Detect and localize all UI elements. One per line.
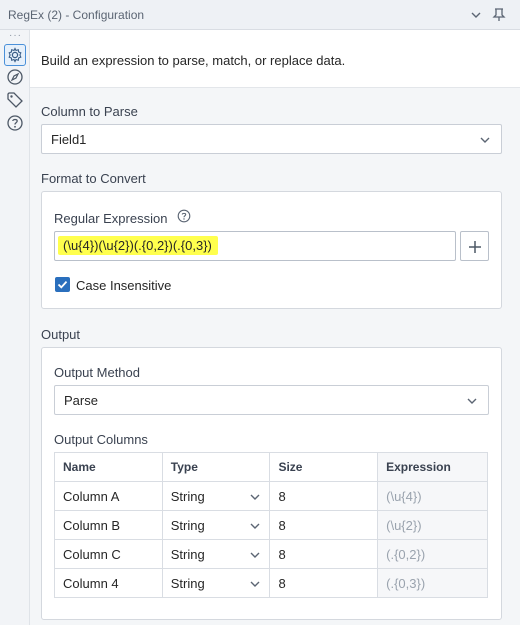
header-size[interactable]: Size [269, 452, 379, 482]
pin-icon[interactable] [492, 8, 506, 22]
table-row: Column B String 8 (\u{2}) [54, 510, 488, 540]
output-method-label: Output Method [54, 365, 140, 380]
row-type-dropdown[interactable]: String [161, 568, 271, 598]
check-icon [57, 280, 68, 289]
row-expression-cell: (.{0,2}) [377, 539, 488, 569]
row-expression-cell: (\u{2}) [377, 510, 488, 540]
case-insensitive-label[interactable]: Case Insensitive [76, 278, 171, 293]
configuration-panel: Build an expression to parse, match, or … [30, 30, 520, 625]
row-name-cell[interactable]: Column 4 [54, 568, 163, 598]
header-type[interactable]: Type [161, 452, 271, 482]
plus-icon [469, 241, 481, 253]
row-name-cell[interactable]: Column A [54, 481, 163, 511]
column-to-parse-label: Column to Parse [41, 104, 138, 119]
row-type-dropdown[interactable]: String [161, 481, 271, 511]
collapse-chevron-icon[interactable] [470, 9, 482, 21]
output-label: Output [41, 327, 81, 342]
row-size-cell[interactable]: 8 [269, 568, 379, 598]
output-method-dropdown[interactable]: Parse [54, 385, 489, 415]
row-expression-cell: (\u{4}) [377, 481, 488, 511]
compass-icon[interactable] [6, 68, 24, 86]
column-to-parse-dropdown[interactable]: Field1 [41, 124, 502, 154]
gear-icon [8, 47, 22, 63]
output-method-value: Parse [64, 393, 98, 408]
row-type-value: String [170, 488, 205, 504]
tag-icon[interactable] [6, 91, 24, 109]
row-type-value: String [170, 517, 205, 533]
configuration-tab[interactable] [4, 44, 26, 66]
regex-value: (\u{4})(\u{2})(.{0,2})(.{0,3}) [58, 236, 218, 255]
row-name-cell[interactable]: Column B [54, 510, 163, 540]
row-name-cell[interactable]: Column C [54, 539, 163, 569]
format-to-convert-label: Format to Convert [41, 171, 146, 186]
chevron-down-icon [250, 552, 260, 558]
add-token-button[interactable] [460, 231, 489, 261]
row-size-cell[interactable]: 8 [269, 481, 379, 511]
output-columns-label: Output Columns [54, 432, 148, 447]
table-row: Column C String 8 (.{0,2}) [54, 539, 488, 569]
header-expression[interactable]: Expression [377, 452, 488, 482]
window-title: RegEx (2) - Configuration [8, 8, 145, 22]
row-type-value: String [170, 575, 205, 591]
output-columns-table: Name Type Size Expression Column A Strin… [54, 452, 488, 598]
table-row: Column A String 8 (\u{4}) [54, 481, 488, 511]
column-to-parse-value: Field1 [51, 132, 87, 147]
row-type-dropdown[interactable]: String [161, 539, 271, 569]
chevron-down-icon [250, 494, 260, 500]
chevron-down-icon [250, 581, 260, 587]
table-row: Column 4 String 8 (.{0,3}) [54, 568, 488, 598]
regex-label: Regular Expression [54, 211, 168, 226]
table-header-row: Name Type Size Expression [54, 452, 488, 482]
case-insensitive-checkbox[interactable] [55, 277, 70, 292]
row-type-dropdown[interactable]: String [161, 510, 271, 540]
rail-overflow[interactable]: ··· [9, 30, 22, 41]
intro-banner: Build an expression to parse, match, or … [30, 30, 520, 88]
side-rail: ··· [0, 30, 30, 625]
row-size-cell[interactable]: 8 [269, 510, 379, 540]
chevron-down-icon [250, 523, 260, 529]
chevron-down-icon [467, 398, 477, 404]
regex-input[interactable]: (\u{4})(\u{2})(.{0,2})(.{0,3}) [54, 231, 456, 261]
title-bar: RegEx (2) - Configuration [0, 0, 520, 30]
help-icon[interactable] [6, 114, 24, 132]
help-icon[interactable] [177, 209, 191, 223]
row-size-cell[interactable]: 8 [269, 539, 379, 569]
row-expression-cell: (.{0,3}) [377, 568, 488, 598]
intro-text: Build an expression to parse, match, or … [41, 53, 346, 68]
header-name[interactable]: Name [54, 452, 163, 482]
row-type-value: String [170, 546, 205, 562]
chevron-down-icon [480, 137, 490, 143]
